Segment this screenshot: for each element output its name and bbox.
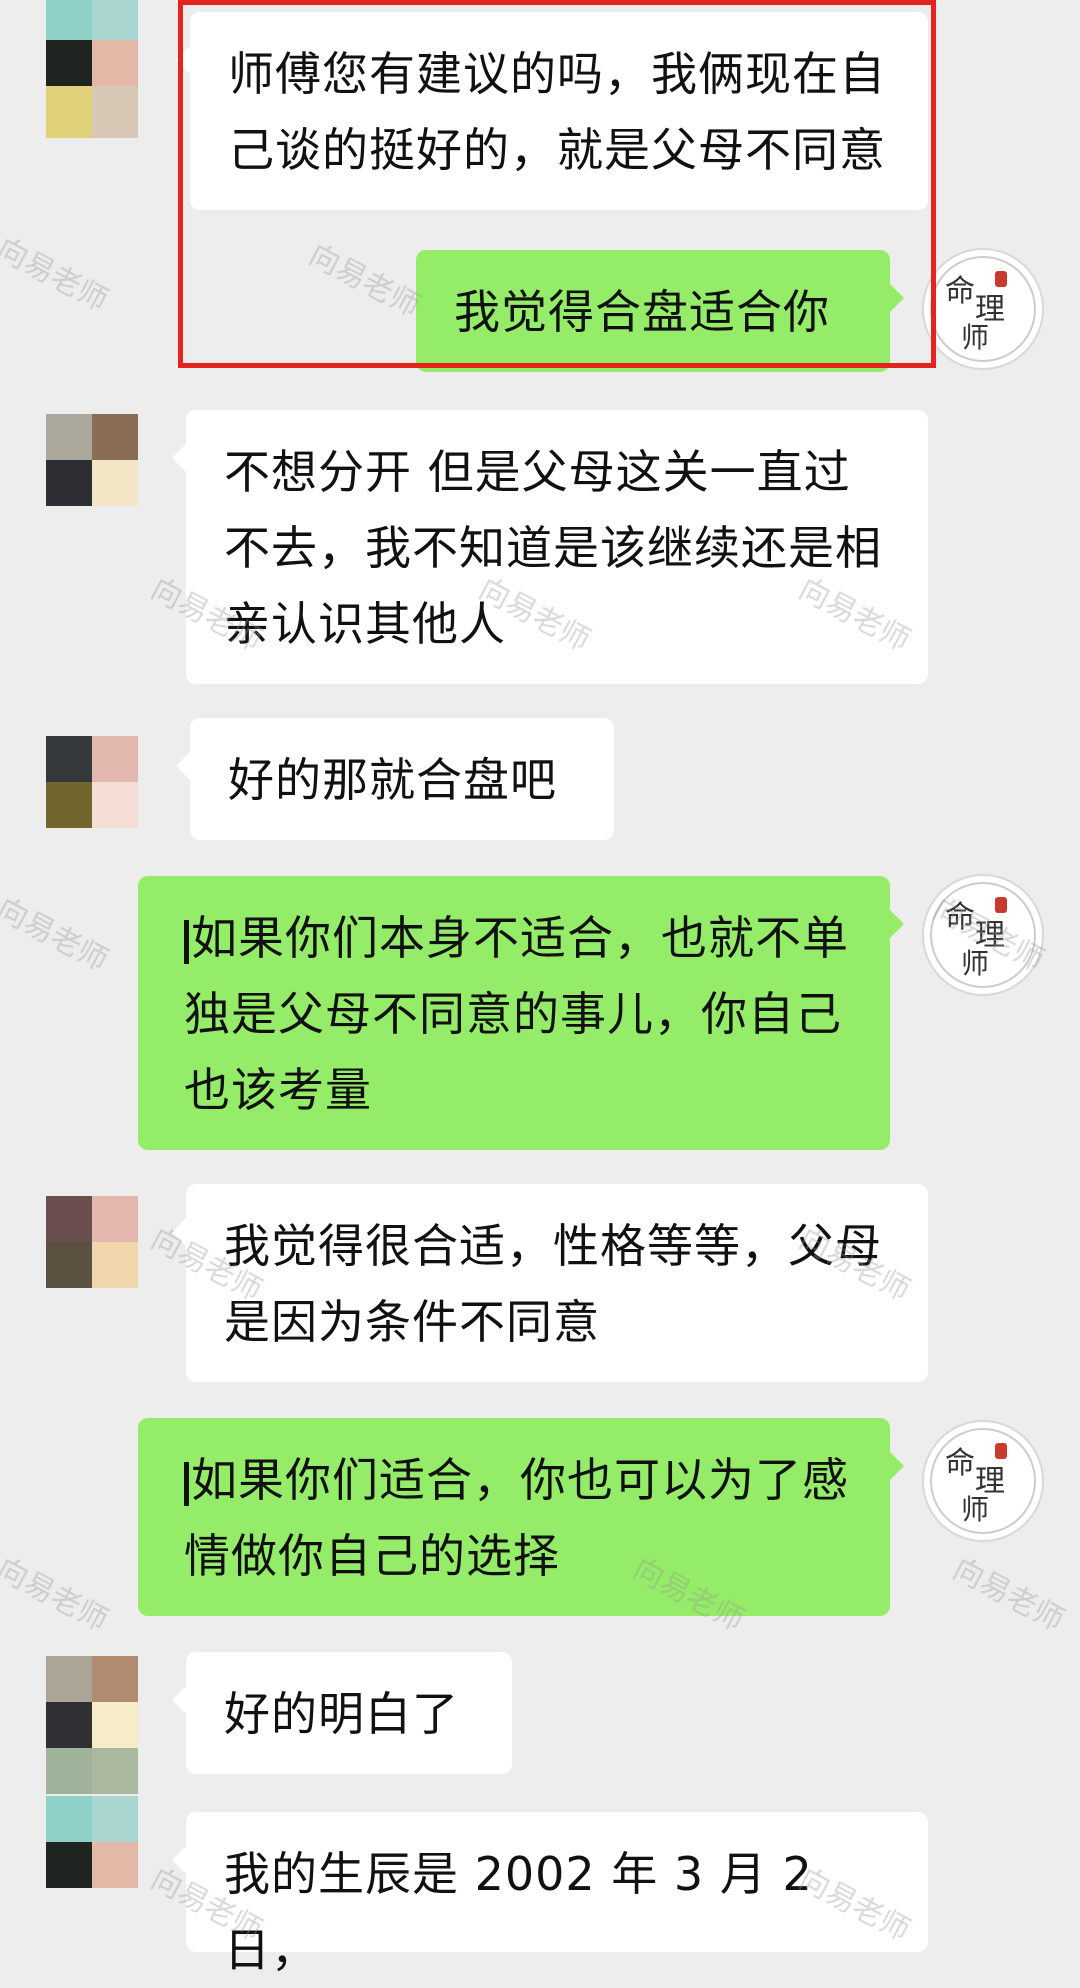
message-bubble-outgoing[interactable]: 如果你们本身不适合，也就不单独是父母不同意的事儿，你自己也该考量	[138, 876, 904, 1150]
message-bubble-incoming[interactable]: 好的明白了	[172, 1652, 512, 1774]
advisor-avatar[interactable]: 命 理 师	[922, 874, 1044, 996]
message-text: 好的那就合盘吧	[228, 753, 557, 807]
svg-text:命: 命	[945, 274, 975, 309]
user-avatar[interactable]	[46, 1796, 138, 1888]
message-bubble-incoming[interactable]: 好的那就合盘吧	[176, 718, 614, 840]
watermark: 向易老师	[947, 1551, 1070, 1639]
highlight-box	[178, 0, 936, 368]
message-bubble-incoming[interactable]: 我的生辰是 2002 年 3 月 2 日，	[172, 1812, 928, 1977]
user-avatar[interactable]	[46, 414, 138, 506]
svg-text:命: 命	[945, 1446, 975, 1481]
user-avatar[interactable]	[46, 1748, 138, 1794]
user-avatar[interactable]	[46, 736, 138, 828]
advisor-seal-icon: 命 理 师	[930, 1428, 1036, 1534]
message-text: 不想分开 但是父母这关一直过不去，我不知道是该继续还是相亲认识其他人	[224, 445, 882, 651]
advisor-seal-icon: 命 理 师	[930, 882, 1036, 988]
message-text: 我的生辰是 2002 年 3 月 2 日，	[224, 1847, 813, 1977]
message-text: 我觉得很合适，性格等等，父母是因为条件不同意	[224, 1219, 882, 1349]
message-text: 如果你们本身不适合，也就不单独是父母不同意的事儿，你自己也该考量	[184, 911, 849, 1117]
watermark: 向易老师	[0, 231, 114, 319]
message-bubble-outgoing[interactable]: 如果你们适合，你也可以为了感情做你自己的选择	[138, 1418, 904, 1616]
message-bubble-incoming[interactable]: 不想分开 但是父母这关一直过不去，我不知道是该继续还是相亲认识其他人	[172, 410, 928, 684]
watermark: 向易老师	[0, 891, 114, 979]
advisor-avatar[interactable]: 命 理 师	[922, 248, 1044, 370]
user-avatar[interactable]	[46, 1196, 138, 1288]
user-avatar[interactable]	[46, 0, 138, 86]
watermark: 向易老师	[0, 1551, 114, 1639]
advisor-seal-icon: 命 理 师	[930, 256, 1036, 362]
svg-text:命: 命	[945, 900, 975, 935]
user-avatar[interactable]	[46, 1656, 138, 1748]
svg-text:师: 师	[961, 321, 989, 354]
message-bubble-incoming[interactable]: 我觉得很合适，性格等等，父母是因为条件不同意	[172, 1184, 928, 1382]
advisor-avatar[interactable]: 命 理 师	[922, 1420, 1044, 1542]
user-avatar[interactable]	[46, 86, 138, 138]
text-cursor	[184, 1461, 189, 1506]
text-cursor	[184, 919, 189, 964]
message-text: 如果你们适合，你也可以为了感情做你自己的选择	[184, 1453, 849, 1583]
svg-text:师: 师	[961, 1493, 989, 1526]
message-text: 好的明白了	[224, 1687, 459, 1741]
svg-text:师: 师	[961, 947, 989, 980]
